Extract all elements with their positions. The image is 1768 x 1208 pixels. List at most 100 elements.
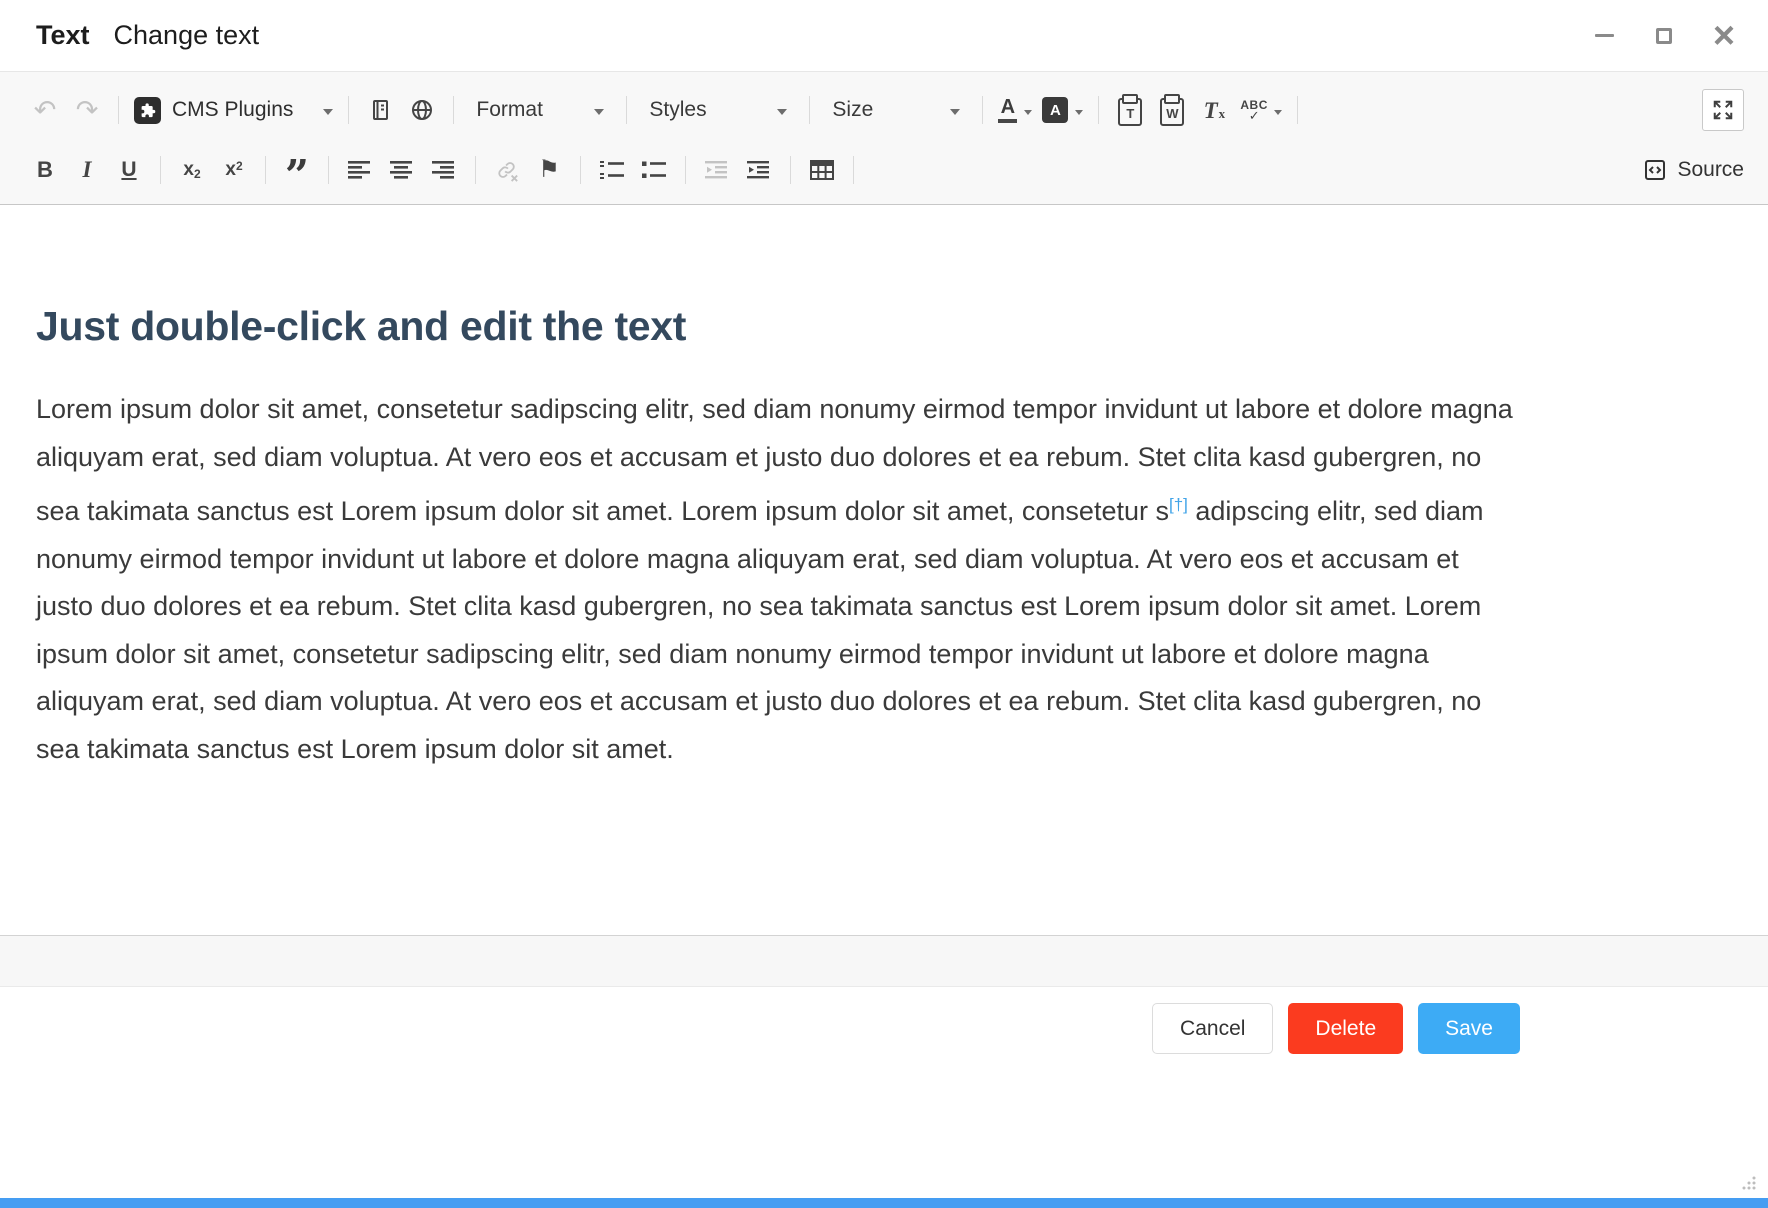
- resize-grip-icon[interactable]: [1741, 1175, 1756, 1190]
- bullet-list-button[interactable]: [633, 149, 675, 191]
- toolbar-separator: [475, 156, 476, 184]
- align-right-icon: [432, 160, 456, 180]
- bold-button[interactable]: B: [24, 149, 66, 191]
- toolbar-separator: [348, 96, 349, 124]
- superscript-button[interactable]: x2: [213, 149, 255, 191]
- toolbar-separator: [790, 156, 791, 184]
- book-icon: [368, 98, 392, 122]
- cancel-button[interactable]: Cancel: [1152, 1003, 1273, 1054]
- save-button[interactable]: Save: [1418, 1003, 1520, 1054]
- unlink-button[interactable]: [486, 149, 528, 191]
- paste-from-word-button[interactable]: W: [1151, 89, 1193, 131]
- styles-dropdown[interactable]: Styles: [637, 89, 799, 131]
- redo-icon: ↷: [76, 97, 99, 124]
- modal-action-bar: Cancel Delete Save: [0, 987, 1768, 1198]
- size-dropdown[interactable]: Size: [820, 89, 972, 131]
- undo-icon: ↶: [34, 97, 57, 124]
- plugin-type-label: Text: [36, 20, 90, 51]
- maximize-editor-button[interactable]: [1702, 89, 1744, 131]
- blockquote-button[interactable]: ”: [276, 149, 318, 191]
- spellcheck-button[interactable]: ABC ✓: [1235, 89, 1287, 131]
- size-label: Size: [832, 98, 873, 122]
- bullet-list-icon: [641, 159, 667, 181]
- toolbar-separator: [453, 96, 454, 124]
- anchor-button[interactable]: ⚑: [528, 149, 570, 191]
- source-label: Source: [1677, 158, 1744, 182]
- footnote-marker[interactable]: [†]: [1169, 495, 1188, 514]
- editor-content-area[interactable]: Just double-click and edit the text Lore…: [0, 205, 1768, 935]
- toolbar-separator: [265, 156, 266, 184]
- chevron-down-icon: [594, 109, 604, 115]
- toolbar-separator: [1297, 96, 1298, 124]
- blockquote-icon: ”: [285, 157, 309, 183]
- toolbar-separator: [580, 156, 581, 184]
- puzzle-icon: [134, 97, 161, 124]
- toolbar-separator: [160, 156, 161, 184]
- align-center-button[interactable]: [381, 149, 423, 191]
- superscript-icon: x2: [225, 159, 242, 181]
- table-icon: [810, 160, 834, 180]
- chevron-down-icon: [323, 109, 333, 115]
- content-paragraph[interactable]: Lorem ipsum dolor sit amet, consetetur s…: [36, 386, 1514, 773]
- footer-band: [0, 935, 1768, 987]
- redo-button[interactable]: ↷: [66, 89, 108, 131]
- globe-button[interactable]: [401, 89, 443, 131]
- chevron-down-icon: [777, 109, 787, 115]
- align-center-icon: [390, 160, 414, 180]
- chevron-down-icon: [1024, 110, 1032, 115]
- format-dropdown[interactable]: Format: [464, 89, 616, 131]
- chevron-down-icon: [1075, 110, 1083, 115]
- minimize-button[interactable]: [1590, 22, 1618, 50]
- background-color-button[interactable]: A: [1037, 89, 1088, 131]
- unlink-icon: [495, 158, 519, 182]
- paste-text-icon: T: [1118, 98, 1142, 126]
- paste-text-button[interactable]: T: [1109, 89, 1151, 131]
- italic-button[interactable]: I: [66, 149, 108, 191]
- content-heading[interactable]: Just double-click and edit the text: [36, 303, 1514, 350]
- subscript-button[interactable]: x2: [171, 149, 213, 191]
- toolbar-separator: [328, 156, 329, 184]
- source-button[interactable]: Source: [1643, 158, 1744, 182]
- background-color-icon: A: [1042, 97, 1068, 123]
- bold-icon: B: [37, 157, 53, 183]
- increase-indent-icon: [747, 160, 771, 180]
- modal-title: Change text: [114, 20, 260, 51]
- toolbar-row-2: B I U x2 x2 ”: [24, 142, 1744, 198]
- cms-plugins-label: CMS Plugins: [172, 98, 293, 122]
- modal-bottom-bar: [0, 1198, 1768, 1208]
- editor-toolbar: ↶ ↷ CMS Plugins Format: [0, 72, 1768, 205]
- increase-indent-button[interactable]: [738, 149, 780, 191]
- book-button[interactable]: [359, 89, 401, 131]
- flag-icon: ⚑: [538, 158, 560, 182]
- remove-format-icon: T x: [1204, 99, 1226, 122]
- underline-icon: U: [121, 158, 136, 182]
- toolbar-separator: [685, 156, 686, 184]
- globe-icon: [410, 98, 434, 122]
- table-button[interactable]: [801, 149, 843, 191]
- toolbar-row-1: ↶ ↷ CMS Plugins Format: [24, 78, 1744, 142]
- underline-button[interactable]: U: [108, 149, 150, 191]
- toolbar-separator: [1098, 96, 1099, 124]
- text-color-button[interactable]: A: [993, 89, 1037, 131]
- modal-titlebar[interactable]: Text Change text ×: [0, 0, 1768, 72]
- delete-button[interactable]: Delete: [1288, 1003, 1403, 1054]
- text-color-icon: A: [998, 97, 1017, 123]
- maximize-window-button[interactable]: [1650, 22, 1678, 50]
- toolbar-separator: [809, 96, 810, 124]
- numbered-list-button[interactable]: [591, 149, 633, 191]
- paragraph-text-2: adipscing elitr, sed diam nonumy eirmod …: [36, 496, 1484, 764]
- undo-button[interactable]: ↶: [24, 89, 66, 131]
- toolbar-separator: [118, 96, 119, 124]
- chevron-down-icon: [950, 109, 960, 115]
- maximize-icon: [1656, 28, 1672, 44]
- align-right-button[interactable]: [423, 149, 465, 191]
- window-controls: ×: [1590, 22, 1738, 50]
- numbered-list-icon: [599, 159, 625, 181]
- source-code-icon: [1643, 158, 1667, 182]
- cms-plugins-dropdown[interactable]: CMS Plugins: [129, 89, 338, 131]
- remove-format-button[interactable]: T x: [1193, 89, 1235, 131]
- spellcheck-icon: ABC ✓: [1240, 99, 1268, 122]
- decrease-indent-button[interactable]: [696, 149, 738, 191]
- align-left-button[interactable]: [339, 149, 381, 191]
- close-button[interactable]: ×: [1710, 22, 1738, 50]
